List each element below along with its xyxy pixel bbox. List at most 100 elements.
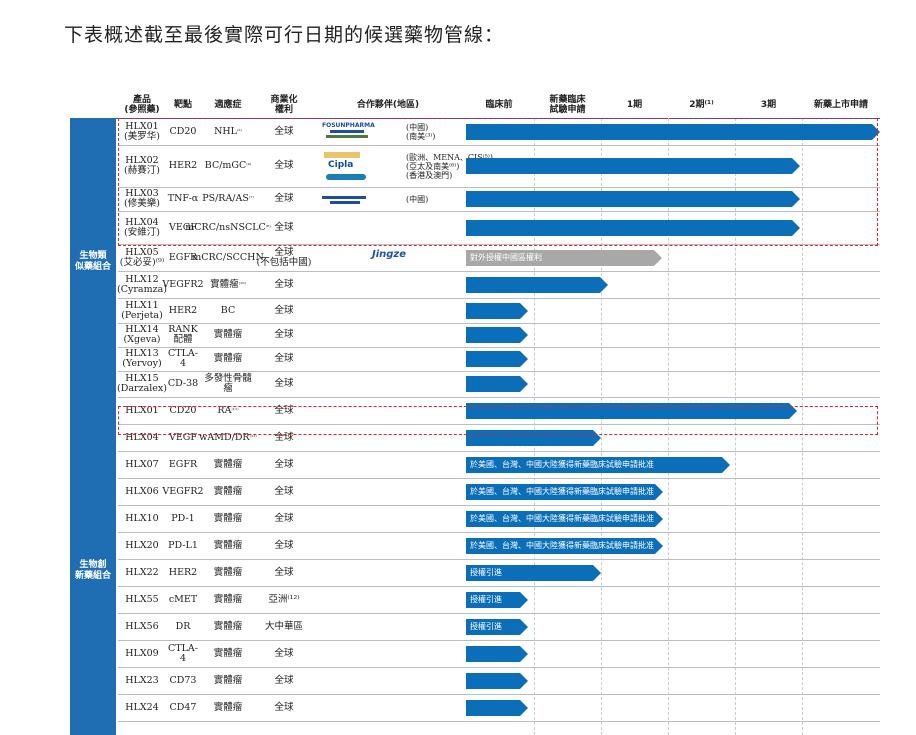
pipeline-progress-bar [466,645,528,662]
target-cell: DR [175,620,191,632]
rights-cell: 全球 [274,485,294,497]
indication-text: 實體瘤 [213,539,243,551]
product-cell: HLX20 [125,539,159,551]
indication-text: 實體瘤 [213,620,243,632]
rights-cell: 全球 [274,304,294,316]
header-nda: 新藥上市申請 [813,100,868,110]
indication-cell: BC [200,298,256,323]
table-header: 產品 (參照藥) 靶點 適應症 商業化 權利 合作夥伴(地區) 臨床前 新藥臨床… [70,92,880,119]
product-cell: HLX24 [125,701,159,713]
indication-text: 實體瘤 [213,593,243,605]
product-cell: HLX55 [125,593,159,605]
indication-text: 實體瘤 [213,353,243,364]
target-cell: CD47 [169,701,197,713]
pipeline-progress-bar [466,699,528,716]
target-cell: CD73 [169,674,197,686]
rights-cell: 全球 [274,701,294,713]
pipeline-progress-bar: 於美國、台灣、中國大陸獲得新藥臨床試驗申請批准 [466,483,663,500]
pipeline-progress-bar [466,672,528,689]
header-phase3: 3期 [760,100,777,110]
target-cell: VEGFR2 [162,278,204,290]
bar-label: 授權引進 [470,621,502,631]
group-innovative: 生物創 新藥組合 [70,406,116,735]
target-cell: PD-1 [171,512,195,524]
rights-cell: 全球 [274,566,294,578]
target-cell: CTLA-4 [168,642,198,664]
jingze-logo-text: Jingze [372,249,407,260]
indication-text: 實體瘤 [213,512,243,524]
bar-label: 於美國、台灣、中國大陸獲得新藥臨床試驗申請批准 [470,486,654,496]
pipeline-progress-bar: 對外授權中國區權利 [466,249,662,266]
pipeline-progress-bar [466,351,528,367]
rights-cell: 全球 [274,674,294,686]
indication-cell: 實體瘤 ⁽¹⁰⁾ [200,271,256,298]
rights-cell: 全球 (不包括中國) [256,246,312,268]
rights-cell: 全球 [274,329,294,340]
indication-cell: 實體瘤 [200,478,256,505]
pipeline-table: 產品 (參照藥) 靶點 適應症 商業化 權利 合作夥伴(地區) 臨床前 新藥臨床… [70,92,880,735]
pipeline-progress-bar [466,276,608,293]
header-preclinical: 臨床前 [485,100,513,110]
target-cell: RANK 配體 [168,324,198,345]
indication-text: 實體瘤 [213,458,243,470]
target-cell: VEGFR2 [162,485,204,497]
product-cell: HLX11 (Perjeta) [121,299,163,321]
product-cell: HLX15 (Darzalex) [117,373,167,394]
pipeline-progress-bar: 授權引進 [466,618,528,635]
row-divider [118,721,880,722]
indication-text: mCRC/SCCHN [192,251,264,263]
header-partner: 合作夥伴(地區) [356,100,420,110]
product-cell: HLX56 [125,620,159,632]
target-cell: HER2 [168,304,198,316]
rights-cell: 全球 [274,458,294,470]
target-cell: CD-38 [167,378,199,389]
pipeline-progress-bar: 於美國、台灣、中國大陸獲得新藥臨床試驗申請批准 [466,510,663,527]
indication-cell: 實體瘤 [200,505,256,532]
target-cell: cMET [168,593,198,605]
bar-label: 於美國、台灣、中國大陸獲得新藥臨床試驗申請批准 [470,459,654,469]
header-rights: 商業化 權利 [270,95,298,115]
indication-cell: 實體瘤 [200,694,256,721]
product-cell: HLX05 (艾必妥)⁽⁹⁾ [119,246,165,268]
product-cell: HLX12 (Cyramza) [117,273,167,295]
product-cell: HLX06 [125,485,159,497]
header-phase2: 2期⁽¹⁾ [689,100,714,110]
indication-cell: 多發性骨髓瘤 [200,371,256,397]
rights-cell: 全球 [274,512,294,524]
indication-footnote: ⁽¹⁰⁾ [238,281,246,288]
header-phase1: 1期 [626,100,643,110]
rights-cell: 全球 [274,278,294,290]
product-cell: HLX13 (Yervoy) [122,348,162,369]
bar-label: 對外授權中國區權利 [470,252,542,262]
indication-cell: 實體瘤 [200,586,256,613]
indication-text: 實體瘤 [213,674,243,686]
highlight-box [118,118,878,246]
indication-cell: mCRC/SCCHN [192,244,264,271]
indication-cell: 實體瘤 [200,613,256,640]
highlight-box-2 [118,406,878,435]
header-ind: 新藥臨床 試驗申請 [549,95,586,115]
indication-text: 實體瘤 [213,329,243,340]
rights-cell: 全球 [274,647,294,659]
target-cell: EGFR [168,458,198,470]
indication-text: 實體瘤 [213,647,243,659]
page-title: 下表概述截至最後實際可行日期的候選藥物管線： [64,24,505,46]
indication-text: 多發性骨髓瘤 [204,373,252,394]
pipeline-progress-bar [466,327,528,343]
target-cell: HER2 [168,566,198,578]
product-cell: HLX23 [125,674,159,686]
product-cell: HLX09 [125,647,159,659]
indication-cell: 實體瘤 [200,640,256,667]
header-target: 靶點 [173,100,192,110]
indication-text: 實體瘤 [213,485,243,497]
header-product: 產品 (參照藥) [124,95,160,115]
indication-cell: 實體瘤 [200,667,256,694]
product-cell: HLX07 [125,458,159,470]
bar-label: 授權引進 [470,567,502,577]
pipeline-progress-bar: 授權引進 [466,591,528,608]
bar-label: 授權引進 [470,594,502,604]
bar-label: 於美國、台灣、中國大陸獲得新藥臨床試驗申請批准 [470,540,654,550]
group-biosimilar: 生物類 似藥組合 [70,118,116,406]
rights-cell: 全球 [274,378,294,389]
indication-text: 實體瘤 [213,566,243,578]
